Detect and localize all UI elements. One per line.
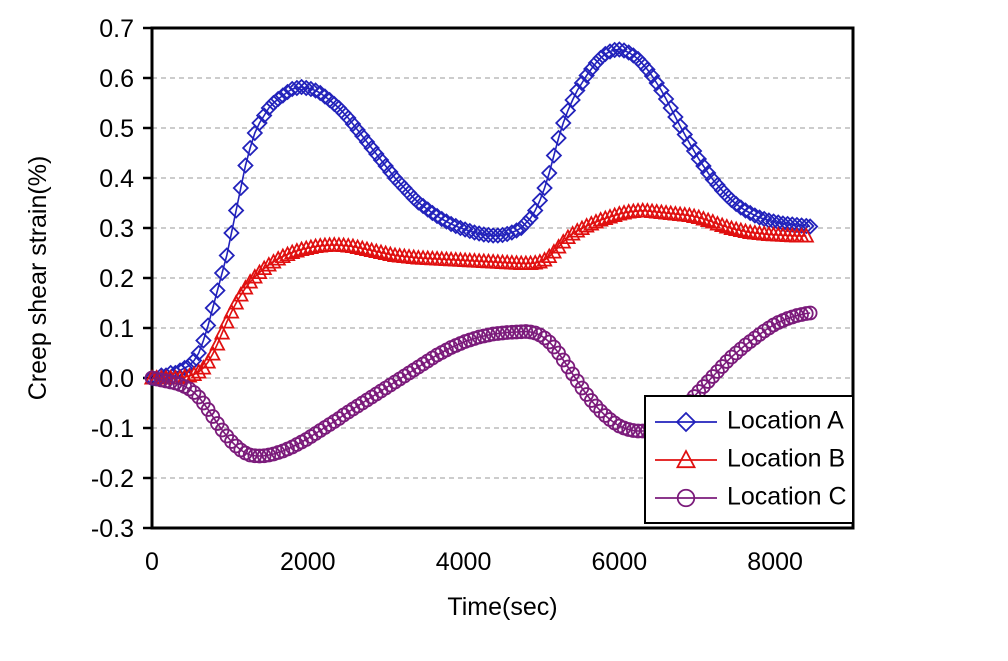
x-tick-label: 2000	[280, 548, 336, 576]
legend-label: Location A	[727, 407, 844, 435]
legend-label: Location C	[727, 483, 847, 511]
y-tick-label: 0.4	[99, 165, 134, 193]
x-tick-label: 0	[145, 548, 159, 576]
y-tick-label: 0.2	[99, 265, 134, 293]
chart-figure: -0.3 -0.2 -0.1 0.0 0.1 0.2 0.3 0.4 0.5 0.6 0.7 0 20…	[0, 0, 1008, 661]
y-tick-label: 0.1	[99, 315, 134, 343]
y-tick-label: 0.5	[99, 115, 134, 143]
x-tick-label: 8000	[747, 548, 803, 576]
y-axis-title: Creep shear strain(%)	[24, 156, 52, 401]
y-tick-label: 0.0	[99, 365, 134, 393]
y-tick-label: 0.7	[99, 15, 134, 43]
y-tick-label: -0.2	[91, 465, 134, 493]
y-tick-label: 0.3	[99, 215, 134, 243]
creep-shear-strain-chart: -0.3 -0.2 -0.1 0.0 0.1 0.2 0.3 0.4 0.5 0.6 0.7 0 20…	[0, 0, 1008, 661]
x-tick-label: 6000	[592, 548, 648, 576]
y-tick-label: -0.3	[91, 515, 134, 543]
x-tick-label: 4000	[436, 548, 492, 576]
legend: Location A Location B Location C	[644, 395, 854, 524]
legend-label: Location B	[727, 445, 845, 473]
y-tick-label: -0.1	[91, 415, 134, 443]
y-tick-label: 0.6	[99, 65, 134, 93]
x-axis-title: Time(sec)	[447, 593, 557, 621]
